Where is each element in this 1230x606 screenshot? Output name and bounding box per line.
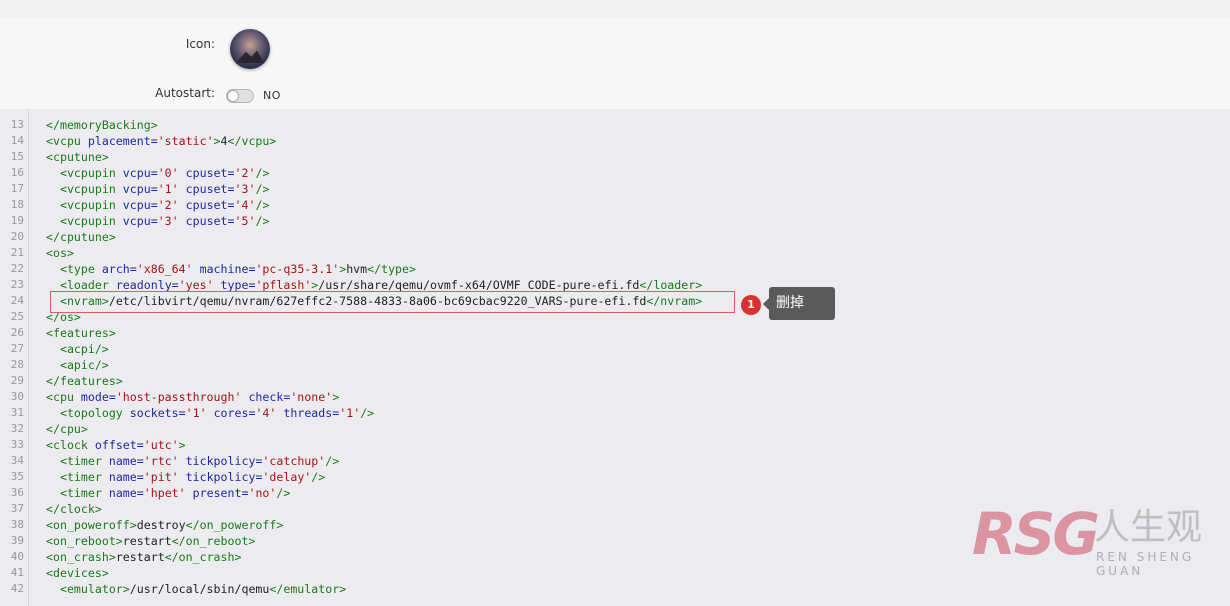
line-text: <topology sockets='1' cores='4' threads=… xyxy=(59,406,375,420)
nvram-highlight-box xyxy=(50,291,735,313)
line-text: </memoryBacking> xyxy=(46,118,158,132)
line-number: 18 xyxy=(10,198,24,211)
annotation-tooltip: 删掉 xyxy=(763,287,835,320)
autostart-label: Autostart: xyxy=(155,86,215,100)
line-number: 32 xyxy=(10,422,24,435)
line-number: 38 xyxy=(10,518,24,531)
line-text: <on_poweroff>destroy</on_poweroff> xyxy=(46,518,284,532)
line-number: 22 xyxy=(10,262,24,275)
line-number: 24 xyxy=(10,294,24,307)
line-number: 33 xyxy=(10,438,24,451)
line-text: <timer name='pit' tickpolicy='delay'/> xyxy=(59,470,326,484)
line-text: <os> xyxy=(46,246,74,260)
xml-editor[interactable]: 13 </memoryBacking> 14 <vcpu placement='sta… xyxy=(0,109,1230,606)
line-number: 16 xyxy=(10,166,24,179)
line-text: </cputune> xyxy=(46,230,116,244)
line-text: </clock> xyxy=(46,502,102,516)
line-text: <vcpupin vcpu='2' cpuset='4'/> xyxy=(59,198,270,212)
line-number: 19 xyxy=(10,214,24,227)
line-text: <features> xyxy=(46,326,116,340)
line-text: <vcpu placement='static'>4</vcpu> xyxy=(46,134,277,148)
line-number: 13 xyxy=(10,118,24,131)
line-number: 20 xyxy=(10,230,24,243)
line-number: 34 xyxy=(10,454,24,467)
line-number: 29 xyxy=(10,374,24,387)
icon-label: Icon: xyxy=(185,37,215,51)
line-number: 41 xyxy=(10,566,24,579)
line-text: <vcpupin vcpu='3' cpuset='5'/> xyxy=(59,214,270,228)
line-number: 27 xyxy=(10,342,24,355)
vm-icon-image[interactable] xyxy=(230,29,270,69)
line-number: 15 xyxy=(10,150,24,163)
toggle-knob xyxy=(227,90,239,102)
line-number: 37 xyxy=(10,502,24,515)
line-text: <vcpupin vcpu='1' cpuset='3'/> xyxy=(59,182,270,196)
line-number: 28 xyxy=(10,358,24,371)
line-text: <type arch='x86_64' machine='pc-q35-3.1'… xyxy=(59,262,417,276)
line-text: <timer name='rtc' tickpolicy='catchup'/> xyxy=(59,454,340,468)
line-number: 25 xyxy=(10,310,24,323)
line-number: 42 xyxy=(10,582,24,595)
line-number: 23 xyxy=(10,278,24,291)
line-number: 17 xyxy=(10,182,24,195)
line-number: 39 xyxy=(10,534,24,547)
autostart-toggle[interactable] xyxy=(226,89,254,103)
top-strip xyxy=(0,0,1230,18)
line-number: 40 xyxy=(10,550,24,563)
line-text: <vcpupin vcpu='0' cpuset='2'/> xyxy=(59,166,270,180)
line-number: 21 xyxy=(10,246,24,259)
watermark: RSG 人生观 REN SHENG GUAN xyxy=(972,504,1230,584)
line-number: 26 xyxy=(10,326,24,339)
line-text: <emulator>/usr/local/sbin/qemu</emulator… xyxy=(59,582,347,596)
vm-settings-form: Icon: Autostart: NO xyxy=(0,18,1230,109)
line-text: <on_crash>restart</on_crash> xyxy=(46,550,242,564)
line-number: 31 xyxy=(10,406,24,419)
line-text: </cpu> xyxy=(46,422,88,436)
line-text: <acpi/> xyxy=(59,342,109,356)
line-text: <devices> xyxy=(46,566,109,580)
line-text: <on_reboot>restart</on_reboot> xyxy=(46,534,256,548)
line-text: <cpu mode='host-passthrough' check='none… xyxy=(46,390,340,404)
line-text: <apic/> xyxy=(59,358,109,372)
line-number: 14 xyxy=(10,134,24,147)
line-number: 35 xyxy=(10,470,24,483)
autostart-status: NO xyxy=(263,89,281,102)
line-text: <cputune> xyxy=(46,150,109,164)
line-number: 30 xyxy=(10,390,24,403)
watermark-english: REN SHENG GUAN xyxy=(1096,550,1195,578)
line-text: <clock offset='utc'> xyxy=(46,438,186,452)
watermark-chinese: 人生观 xyxy=(1094,507,1203,548)
watermark-logo: RSG xyxy=(972,500,1100,568)
annotation-badge: 1 xyxy=(741,295,761,315)
line-text: <timer name='hpet' present='no'/> xyxy=(59,486,291,500)
line-text: </features> xyxy=(46,374,123,388)
line-number: 36 xyxy=(10,486,24,499)
